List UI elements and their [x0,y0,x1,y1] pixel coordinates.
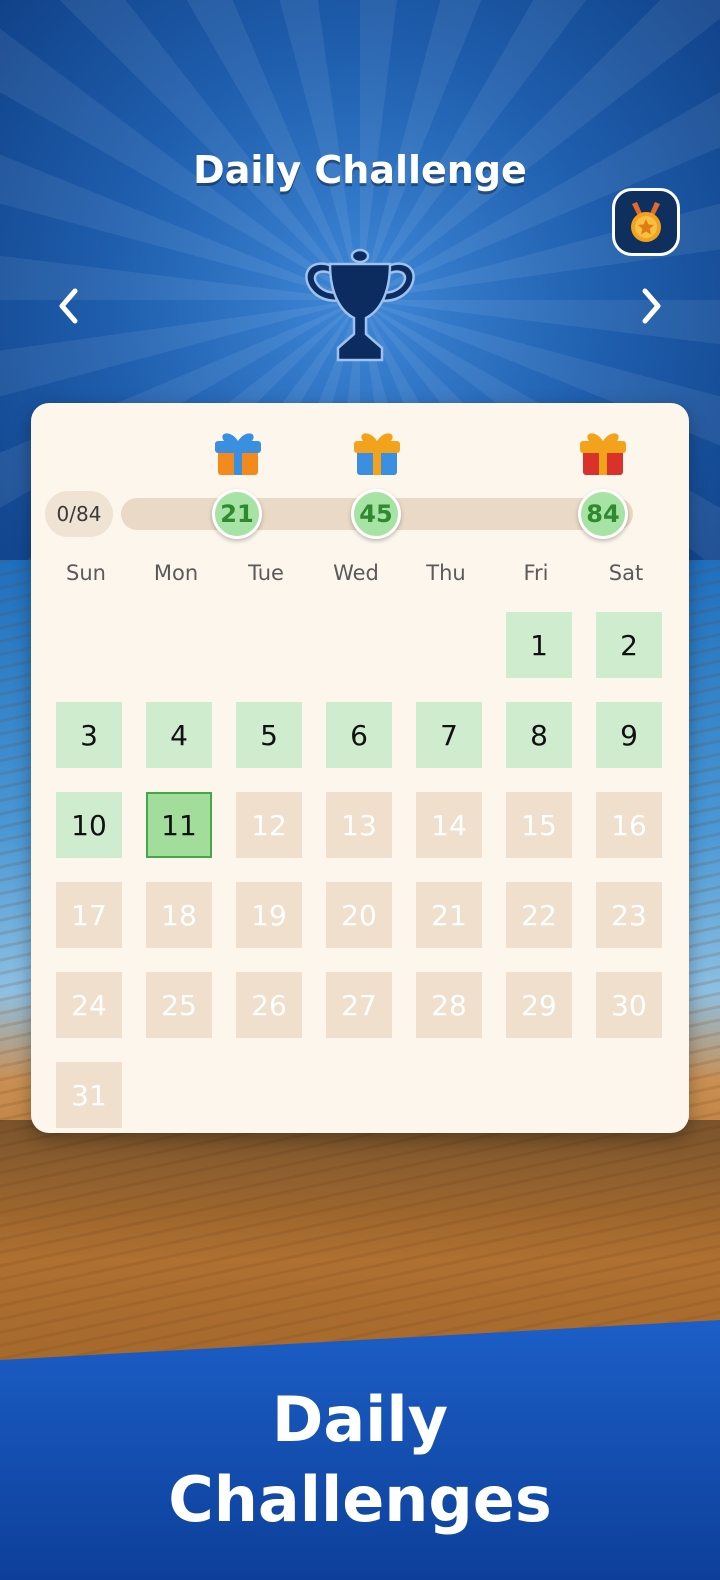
calendar-day-6[interactable]: 6 [326,702,392,768]
calendar-day-30: 30 [596,972,662,1038]
calendar-day-15: 15 [506,792,572,858]
calendar-day-25: 25 [146,972,212,1038]
calendar-day-20: 20 [326,882,392,948]
weekday-label: Wed [333,561,379,585]
calendar-day-26: 26 [236,972,302,1038]
calendar-day-8[interactable]: 8 [506,702,572,768]
calendar-day-5[interactable]: 5 [236,702,302,768]
calendar-day-4[interactable]: 4 [146,702,212,768]
dune-shadow [0,1120,720,1260]
calendar-day-18: 18 [146,882,212,948]
milestone-badge: 21 [212,489,262,539]
weekday-header: Sun Mon Tue Wed Thu Fri Sat [41,561,681,591]
calendar-day-16: 16 [596,792,662,858]
calendar-day-17: 17 [56,882,122,948]
weekday-label: Thu [426,561,466,585]
weekday-label: Tue [248,561,284,585]
orange-gift-icon[interactable] [351,427,403,479]
calendar-day-1[interactable]: 1 [506,612,572,678]
calendar-day-2[interactable]: 2 [596,612,662,678]
calendar-day-3[interactable]: 3 [56,702,122,768]
calendar-day-31: 31 [56,1062,122,1128]
weekday-label: Fri [523,561,549,585]
promo-line-2: Challenges [168,1463,552,1536]
calendar-day-12: 12 [236,792,302,858]
weekday-label: Mon [153,561,199,585]
chevron-left-icon [59,288,78,324]
calendar-day-14: 14 [416,792,482,858]
calendar-day-28: 28 [416,972,482,1038]
calendar-day-23: 23 [596,882,662,948]
milestone-badge: 84 [578,489,628,539]
page-title: Daily Challenge [193,148,527,192]
weekday-label: Sat [608,561,644,585]
progress-count: 0/84 [45,491,113,537]
calendar-day-13: 13 [326,792,392,858]
calendar-day-21: 21 [416,882,482,948]
red-gift-icon[interactable] [577,427,629,479]
promo-line-1: Daily [271,1383,449,1456]
promo-title: Daily Challenges [0,1380,720,1540]
calendar-card: 0/84 21 45 84 Sun Mon Tue Wed Thu Fri Sa… [31,403,689,1133]
calendar-day-27: 27 [326,972,392,1038]
trophy-silhouette-icon [305,248,415,362]
calendar-day-24: 24 [56,972,122,1038]
medal-icon [631,202,661,242]
calendar-day-9[interactable]: 9 [596,702,662,768]
calendar-day-10[interactable]: 10 [56,792,122,858]
next-challenge-button[interactable] [630,282,674,330]
weekday-label: Sun [66,561,106,585]
medal-button[interactable] [612,188,680,256]
milestone-badge: 45 [351,489,401,539]
previous-challenge-button[interactable] [46,282,90,330]
calendar-day-29: 29 [506,972,572,1038]
calendar-day-22: 22 [506,882,572,948]
calendar-day-19: 19 [236,882,302,948]
calendar-day-11[interactable]: 11 [146,792,212,858]
blue-gift-icon[interactable] [212,427,264,479]
chevron-right-icon [642,288,661,324]
calendar-day-7[interactable]: 7 [416,702,482,768]
